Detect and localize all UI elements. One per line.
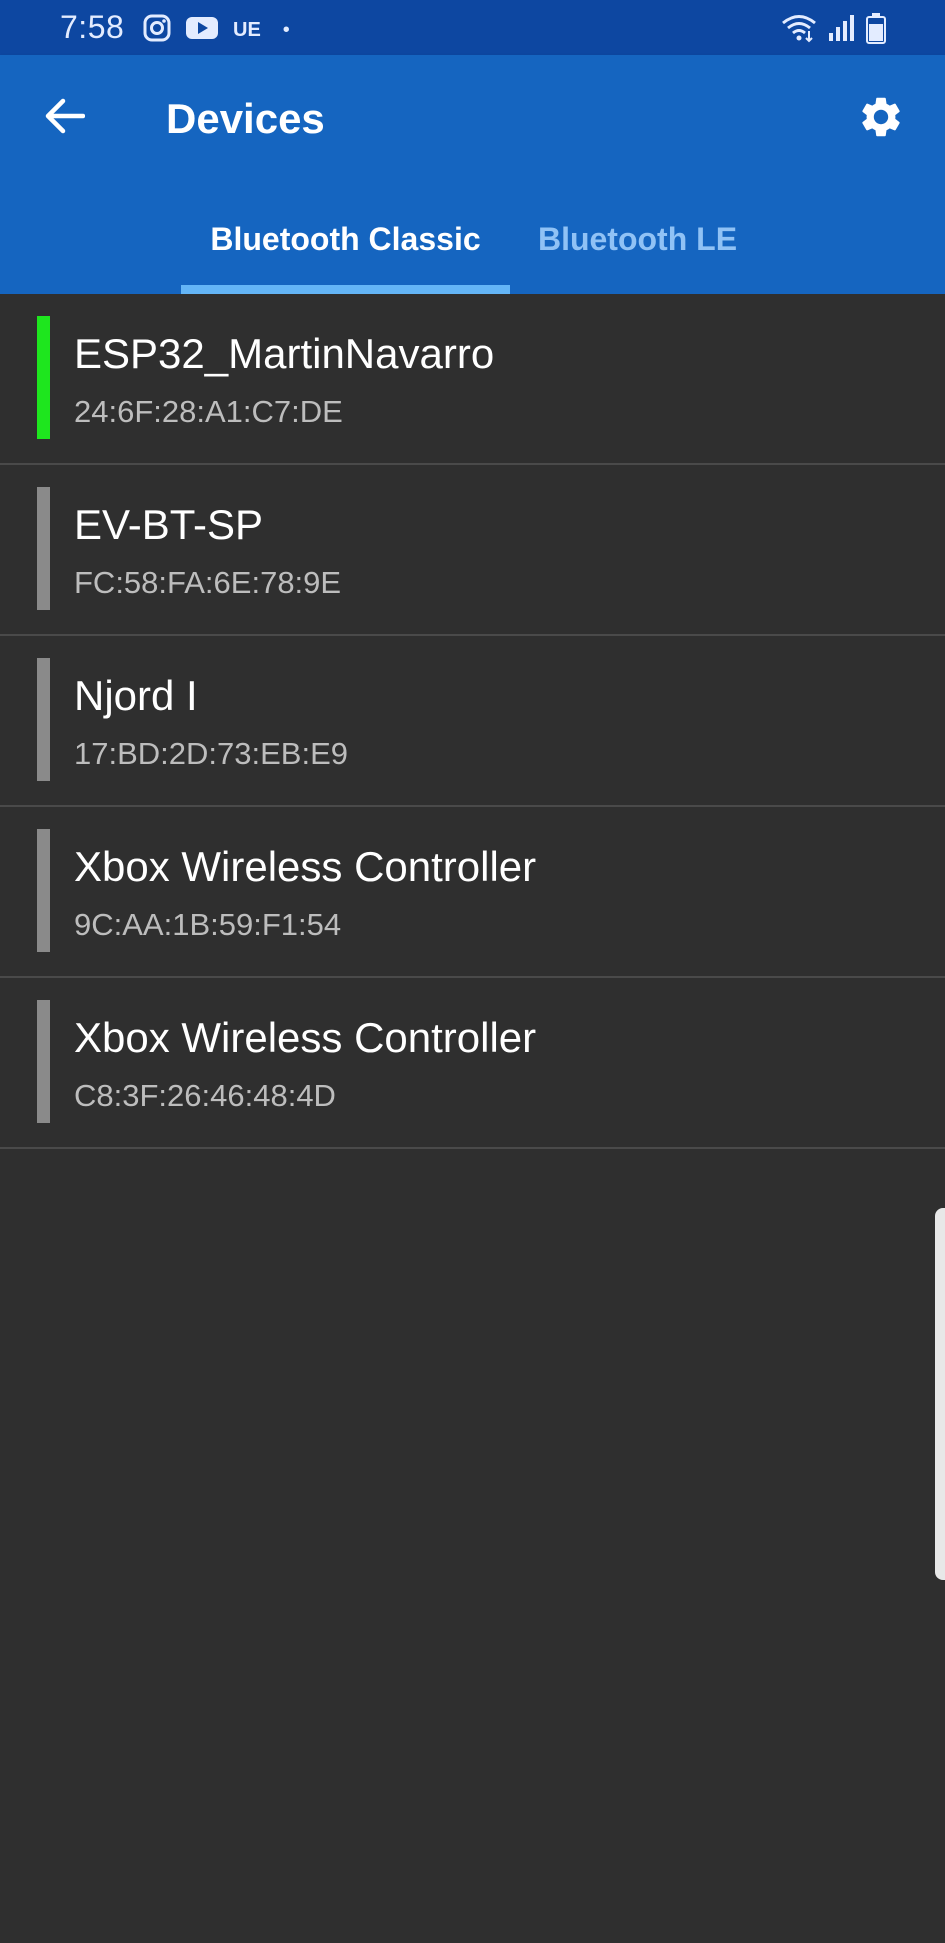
device-row[interactable]: Xbox Wireless Controller C8:3F:26:46:48:… xyxy=(0,978,945,1149)
battery-icon xyxy=(865,12,887,49)
signal-icon xyxy=(827,13,855,48)
connection-status-bar xyxy=(37,829,50,952)
device-row[interactable]: Njord I 17:BD:2D:73:EB:E9 xyxy=(0,636,945,807)
connection-status-bar xyxy=(37,487,50,610)
youtube-icon xyxy=(185,15,219,46)
tab-bar: Bluetooth Classic Bluetooth LE xyxy=(0,185,945,294)
scrollbar-handle[interactable] xyxy=(935,1208,945,1580)
device-mac-address: 17:BD:2D:73:EB:E9 xyxy=(74,736,348,771)
gear-icon xyxy=(857,93,905,146)
device-name: Njord I xyxy=(74,672,198,719)
back-button[interactable] xyxy=(40,93,90,143)
tab-bluetooth-classic[interactable]: Bluetooth Classic xyxy=(181,185,510,294)
device-row[interactable]: Xbox Wireless Controller 9C:AA:1B:59:F1:… xyxy=(0,807,945,978)
status-right-icons xyxy=(781,12,887,49)
connection-status-bar xyxy=(37,1000,50,1123)
device-mac-address: 24:6F:28:A1:C7:DE xyxy=(74,394,343,429)
status-bar: 7:58 UE • xyxy=(0,0,945,55)
connection-status-bar xyxy=(37,316,50,439)
device-row[interactable]: ESP32_MartinNavarro 24:6F:28:A1:C7:DE xyxy=(0,294,945,465)
status-time: 7:58 xyxy=(60,9,125,45)
tab-indicator xyxy=(181,285,510,294)
device-mac-address: 9C:AA:1B:59:F1:54 xyxy=(74,907,342,942)
device-mac-address: C8:3F:26:46:48:4D xyxy=(74,1078,336,1113)
app-bar: Devices xyxy=(0,55,945,185)
page-title: Devices xyxy=(166,95,325,142)
notification-dot: • xyxy=(282,19,290,41)
instagram-icon xyxy=(143,14,171,47)
device-name: EV-BT-SP xyxy=(74,501,264,548)
carrier-label: UE xyxy=(233,19,261,41)
device-list: ESP32_MartinNavarro 24:6F:28:A1:C7:DE EV… xyxy=(0,294,945,1149)
device-mac-address: FC:58:FA:6E:78:9E xyxy=(74,565,342,600)
status-left-icons: UE • xyxy=(143,14,290,47)
tab-bluetooth-le[interactable]: Bluetooth LE xyxy=(510,185,765,294)
wifi-icon xyxy=(781,13,817,48)
settings-button[interactable] xyxy=(853,91,909,147)
device-name: Xbox Wireless Controller xyxy=(74,843,537,890)
device-row[interactable]: EV-BT-SP FC:58:FA:6E:78:9E xyxy=(0,465,945,636)
device-name: ESP32_MartinNavarro xyxy=(74,330,495,377)
arrow-back-icon xyxy=(45,98,86,139)
device-name: Xbox Wireless Controller xyxy=(74,1014,537,1061)
connection-status-bar xyxy=(37,658,50,781)
